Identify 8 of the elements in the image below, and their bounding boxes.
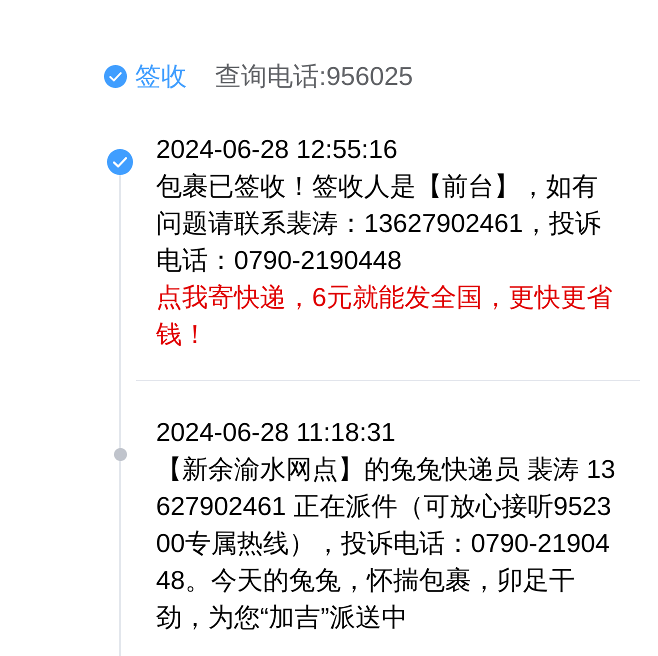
promo-link[interactable]: 点我寄快递，6元就能发全国，更快更省钱！: [156, 279, 618, 353]
status-text: 【新余渝水网点】的兔兔快递员 裴涛 13627902461 正在派件（可放心接听952300专属热线），投诉电话：0790-2190448。今天的兔兔，怀揣包裹，卯足干劲，为您“加吉”派送中: [156, 453, 616, 634]
status-label: 签收: [135, 60, 187, 93]
check-circle-icon: [104, 64, 127, 88]
status-text: 包裹已签收！签收人是【前台】，如有问题请联系裴涛：13627902461，投诉电话：0790-2190448: [156, 170, 602, 277]
phone-text: 查询电话:956025: [215, 60, 413, 93]
timestamp: 2024-06-28 11:18:31: [156, 416, 396, 449]
timestamp: 2024-06-28 12:55:16: [156, 133, 398, 166]
